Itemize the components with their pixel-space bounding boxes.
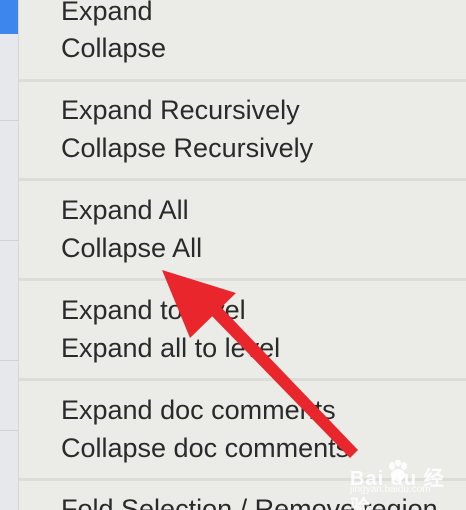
gutter-line [0, 120, 18, 121]
menu-item-expand[interactable]: Expand [61, 0, 153, 30]
menu-separator [19, 178, 466, 181]
gutter-line [0, 430, 18, 431]
menu-item-collapse-doc-comments[interactable]: Collapse doc comments [61, 429, 349, 467]
menu-item-expand-doc-comments[interactable]: Expand doc comments [61, 391, 336, 429]
editor-gutter [0, 0, 19, 510]
baidu-watermark: Bai du 经验 jingyan.baidu.com [350, 458, 460, 510]
watermark-url: jingyan.baidu.com [350, 484, 431, 495]
menu-item-expand-all[interactable]: Expand All [61, 191, 189, 229]
folding-context-menu: Expand Collapse Expand Recursively Colla… [19, 0, 466, 510]
screenshot: Expand Collapse Expand Recursively Colla… [0, 0, 466, 510]
menu-item-collapse-all[interactable]: Collapse All [61, 229, 202, 267]
menu-item-collapse[interactable]: Collapse [61, 29, 166, 67]
menu-separator [19, 378, 466, 381]
menu-item-expand-recursively[interactable]: Expand Recursively [61, 91, 300, 129]
menu-separator [19, 278, 466, 281]
menu-item-expand-to-level[interactable]: Expand to level [61, 291, 246, 329]
menu-item-expand-all-to-level[interactable]: Expand all to level [61, 329, 280, 367]
menu-item-collapse-recursively[interactable]: Collapse Recursively [61, 129, 313, 167]
gutter-line [0, 240, 18, 241]
gutter-line [0, 360, 18, 361]
selected-tab-indicator [0, 0, 18, 34]
menu-separator [19, 79, 466, 82]
